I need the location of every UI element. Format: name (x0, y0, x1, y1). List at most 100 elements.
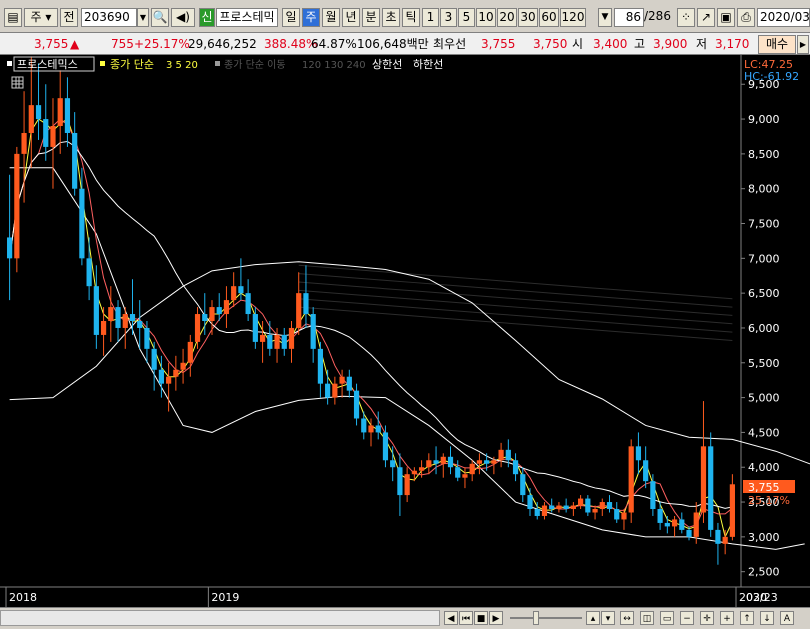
candlestick-chart[interactable]: 2,5003,0003,5004,0004,5005,0005,5006,000… (0, 55, 810, 607)
zoom-slider-track[interactable] (510, 617, 582, 619)
scroll-start-icon[interactable]: ⏮ (459, 611, 473, 625)
speaker-icon[interactable]: ◀) (171, 8, 195, 27)
interval-5[interactable]: 5 (458, 8, 475, 27)
code-dropdown-icon[interactable]: ▼ (137, 8, 149, 27)
zoom-in-icon[interactable]: ▴ (586, 611, 600, 625)
candle-body (144, 327, 150, 349)
stock-name-field[interactable]: 프로스테믹 (216, 8, 278, 27)
overlay-icon[interactable]: ◫ (640, 611, 654, 625)
candle-body (411, 470, 417, 475)
candle-body (693, 512, 699, 537)
candle-body (296, 293, 302, 328)
candle-body (115, 307, 121, 328)
y-tick-label: 7,500 (748, 218, 780, 231)
crosshair-icon[interactable]: ✛ (700, 611, 714, 625)
chart-navigation-bar: ◀ ⏮ ■ ▶ ▴ ▾ ↔ ◫ ▭ − ✛ + ↑ ↓ A (0, 607, 810, 629)
hc-readout: HC:-61.92 (744, 70, 799, 83)
candle-body (390, 460, 396, 468)
buy-button[interactable]: 매수 (758, 35, 796, 54)
grid-icon[interactable]: ⁘ (677, 8, 695, 27)
candle-body (722, 536, 728, 544)
turnover-ratio: 64.87% (311, 37, 357, 51)
candle-body (93, 286, 99, 335)
legend-upper-limit: 상한선 (372, 58, 402, 71)
candle-body (729, 484, 735, 537)
y-tick-label: 4,500 (748, 426, 780, 439)
legend-stock-name: 프로스테믹스 (17, 58, 78, 71)
horizontal-scrollbar[interactable] (0, 610, 440, 626)
interval-120[interactable]: 120 (560, 8, 586, 27)
tab-second[interactable]: 초 (382, 8, 400, 27)
candle-body (202, 314, 208, 321)
candle-body (259, 334, 266, 342)
legend-ma-label: 종가 단순 (110, 58, 154, 71)
page-count-input[interactable]: 86 (614, 8, 644, 27)
up-icon[interactable]: ↑ (740, 611, 754, 625)
x-tick-label: 2018 (9, 591, 37, 604)
market-type-select[interactable]: 주 ▾ (24, 8, 58, 27)
period-button[interactable]: 전 (60, 8, 78, 27)
stop-icon[interactable]: ■ (474, 611, 488, 625)
print-icon[interactable]: ⎙ (737, 8, 755, 27)
tab-year[interactable]: 년 (342, 8, 360, 27)
quote-bar: 3,755 ▲ 755 +25.17% 29,646,252 388.48% 6… (0, 33, 810, 55)
settings-dropdown-icon[interactable]: ▼ (598, 8, 612, 27)
interval-3[interactable]: 3 (440, 8, 457, 27)
legend-marker-icon (7, 61, 12, 66)
interval-20[interactable]: 20 (497, 8, 517, 27)
tab-month[interactable]: 월 (322, 8, 340, 27)
tab-minute[interactable]: 분 (362, 8, 380, 27)
save-icon[interactable]: ▣ (717, 8, 735, 27)
candle-body (585, 498, 591, 513)
candle-body (484, 460, 490, 464)
interval-1[interactable]: 1 (422, 8, 439, 27)
interval-30[interactable]: 30 (518, 8, 538, 27)
legend-lower-limit: 하한선 (413, 57, 443, 71)
scroll-left-icon[interactable]: ◀ (444, 611, 458, 625)
ask-price: 3,755 (481, 37, 516, 51)
tab-week[interactable]: 주 (302, 8, 320, 27)
interval-10[interactable]: 10 (476, 8, 496, 27)
candle-body (35, 105, 42, 120)
tab-tick[interactable]: 틱 (402, 8, 420, 27)
split-icon[interactable]: ▭ (660, 611, 674, 625)
candle-body (21, 132, 27, 154)
quote-scroll-icon[interactable]: ▶ (797, 35, 809, 54)
fit-icon[interactable]: ↔ (620, 611, 634, 625)
y-tick-label: 4,000 (748, 461, 780, 474)
zoom-slider-thumb[interactable] (533, 611, 539, 625)
candle-body (288, 327, 295, 349)
interval-60[interactable]: 60 (539, 8, 559, 27)
minus-icon[interactable]: − (680, 611, 694, 625)
trend-icon[interactable]: ↗ (697, 8, 715, 27)
candle-body (592, 509, 598, 513)
chart-menu-icon[interactable]: ▤ (4, 8, 22, 27)
priority-label: 최우선 (433, 37, 467, 51)
stock-code-input[interactable]: 203690 (81, 8, 137, 27)
candle-body (491, 460, 497, 464)
legend-ma2-periods: 120 130 240 (302, 60, 366, 71)
candle-body (100, 321, 107, 335)
zoom-out-icon[interactable]: ▾ (601, 611, 615, 625)
tab-day[interactable]: 일 (282, 8, 300, 27)
candle-body (79, 188, 85, 259)
scroll-right-icon[interactable]: ▶ (489, 611, 503, 625)
plus-icon[interactable]: + (720, 611, 734, 625)
search-icon[interactable]: 🔍 (151, 8, 169, 27)
candle-body (505, 449, 511, 461)
candle-body (534, 509, 540, 516)
text-tool-icon[interactable]: A (780, 611, 794, 625)
y-tick-label: 6,000 (748, 322, 780, 335)
volume: 29,646,252 (188, 37, 257, 51)
candle-body (549, 505, 555, 510)
date-input[interactable]: 2020/03/2 (757, 8, 810, 27)
candle-body (382, 432, 389, 461)
x-tick-label: 2019 (211, 591, 239, 604)
down-icon[interactable]: ↓ (760, 611, 774, 625)
candle-body (137, 321, 143, 328)
candle-body (50, 126, 56, 147)
y-tick-label: 6,500 (748, 287, 780, 300)
candle-body (447, 456, 454, 468)
candle-body (122, 314, 128, 328)
price-chart[interactable]: 2,500 3,000 3,500 4,000 4,500 5,000 5,500 6,000… (0, 55, 810, 607)
